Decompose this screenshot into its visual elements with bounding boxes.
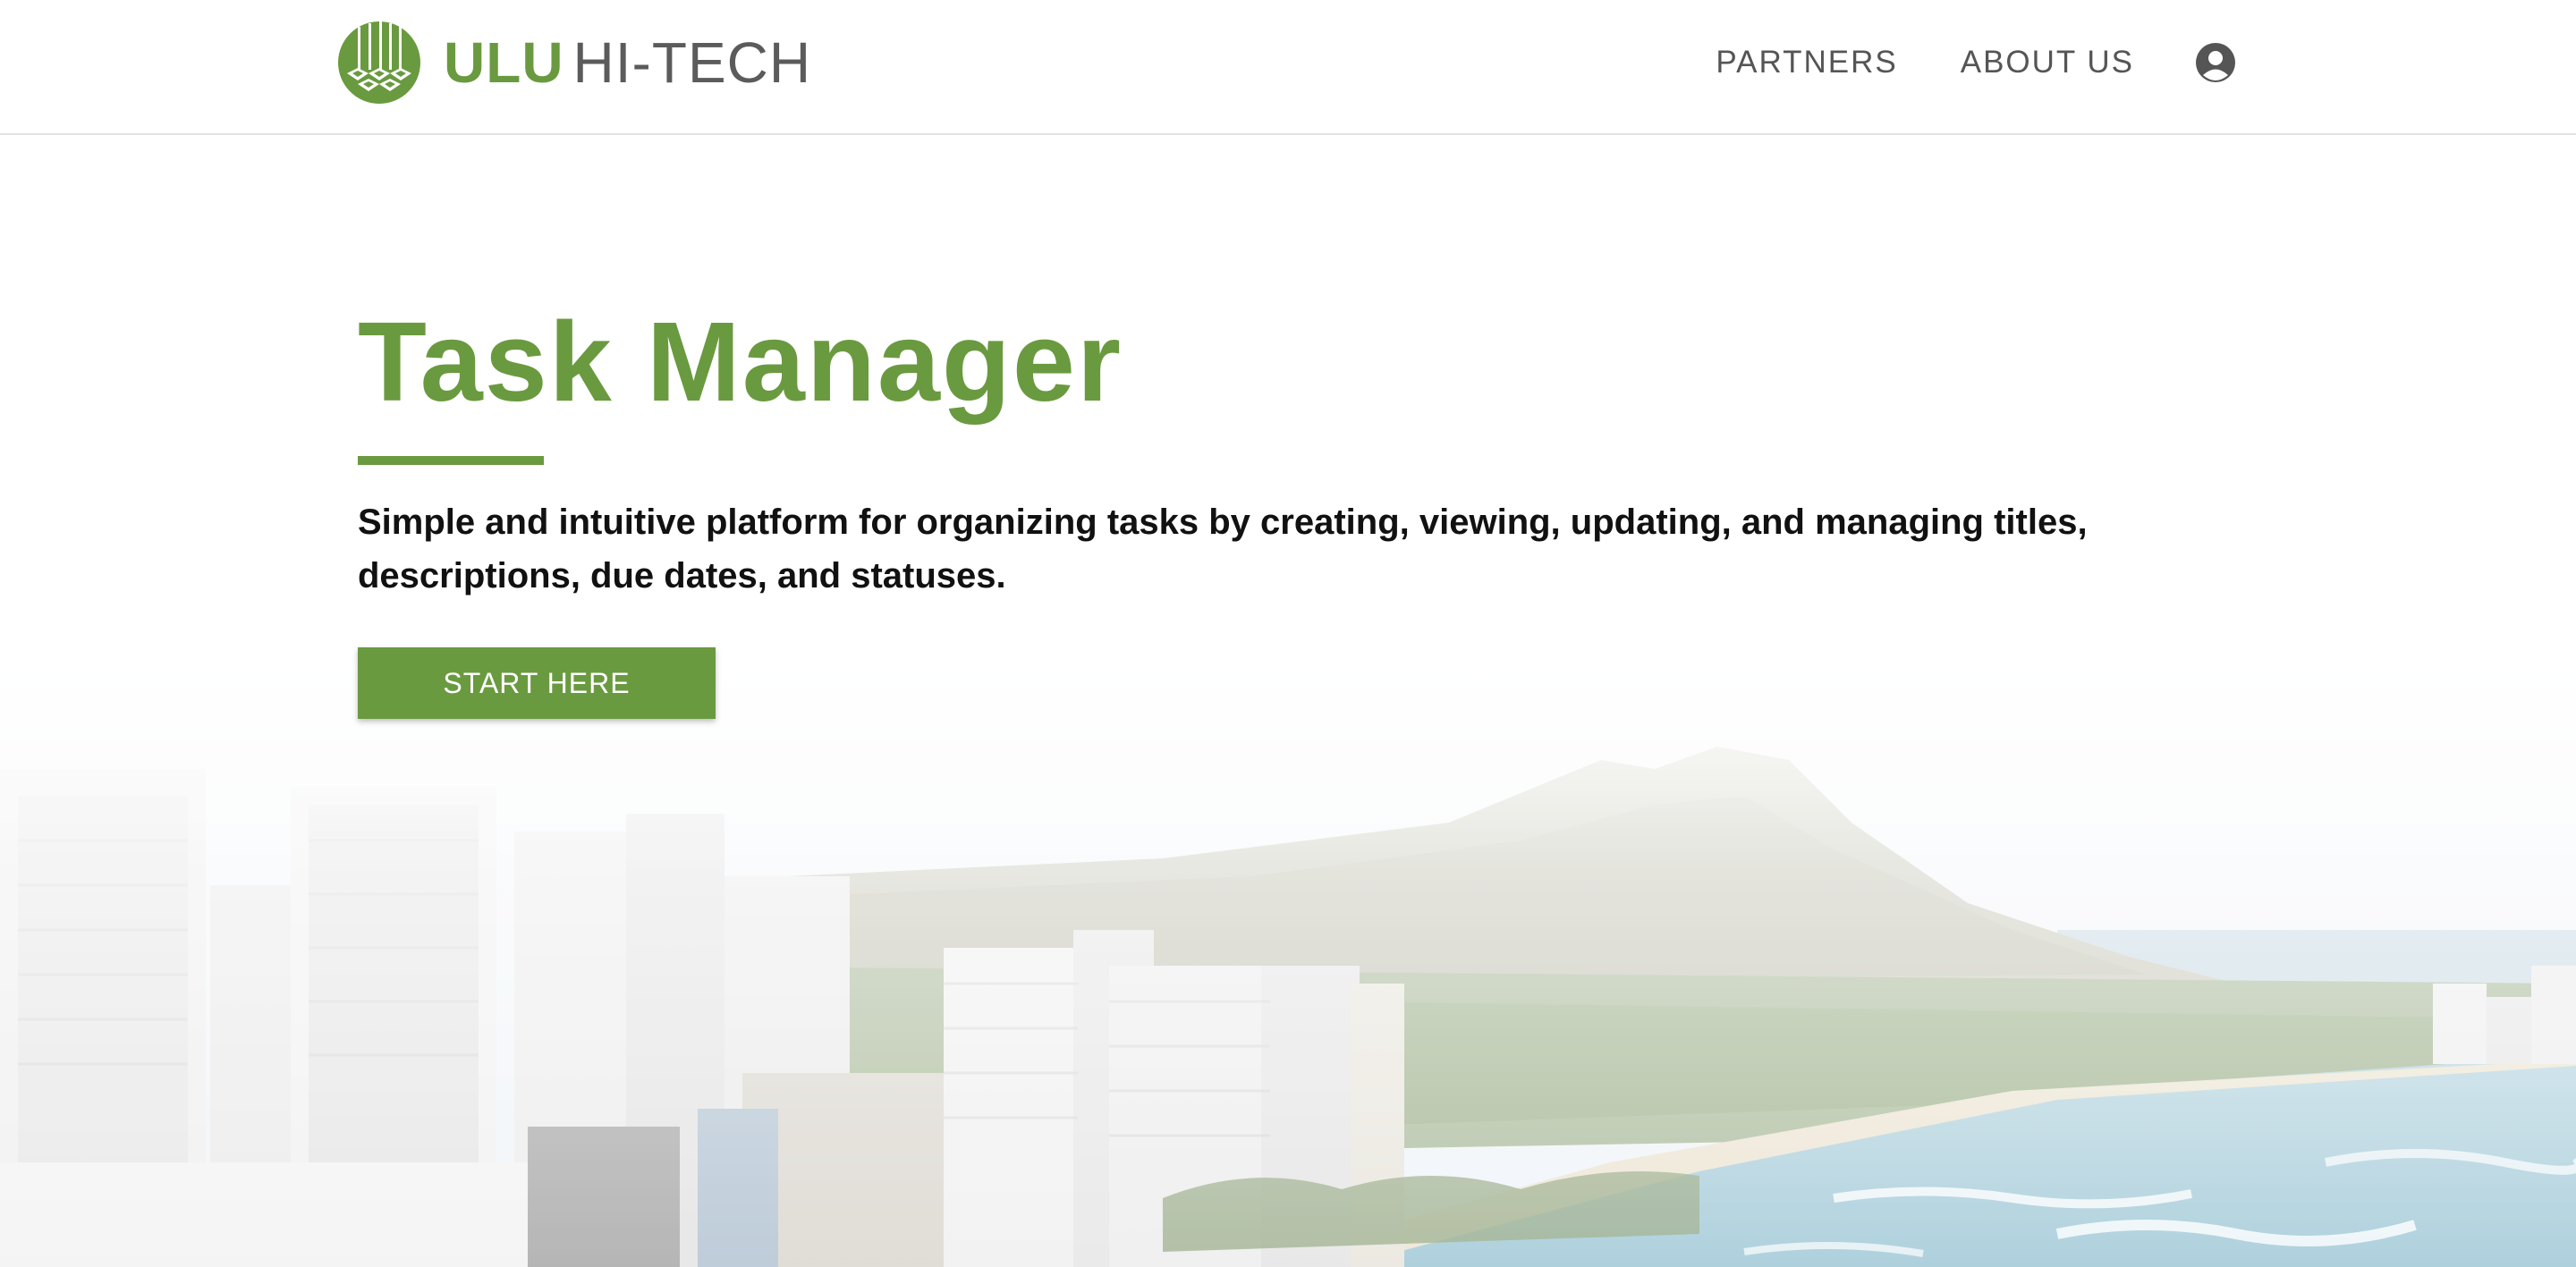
brand-name-primary: ULU [444, 30, 564, 95]
hero-background-image [0, 662, 2576, 1267]
site-header: ULU HI-TECH PARTNERS ABOUT US [0, 0, 2576, 135]
user-circle-icon[interactable] [2195, 42, 2236, 83]
brand-name-secondary: HI-TECH [572, 30, 812, 95]
nav-link-about-us[interactable]: ABOUT US [1961, 45, 2134, 80]
brand-wordmark: ULU HI-TECH [444, 21, 811, 104]
landing-page: ULU HI-TECH PARTNERS ABOUT US Task Manage… [0, 0, 2576, 1267]
hero-description: Simple and intuitive platform for organi… [358, 503, 2088, 595]
start-here-button[interactable]: START HERE [358, 647, 716, 719]
brand-logo[interactable]: ULU HI-TECH [338, 21, 811, 104]
title-underline [358, 456, 544, 465]
hero-title: Task Manager [358, 299, 1123, 425]
ulu-tribal-mark-icon [338, 21, 420, 104]
main-nav: PARTNERS ABOUT US [1716, 34, 2236, 91]
hero-section: Task Manager Simple and intuitive platfo… [358, 295, 2236, 719]
nav-link-partners[interactable]: PARTNERS [1716, 45, 1897, 80]
